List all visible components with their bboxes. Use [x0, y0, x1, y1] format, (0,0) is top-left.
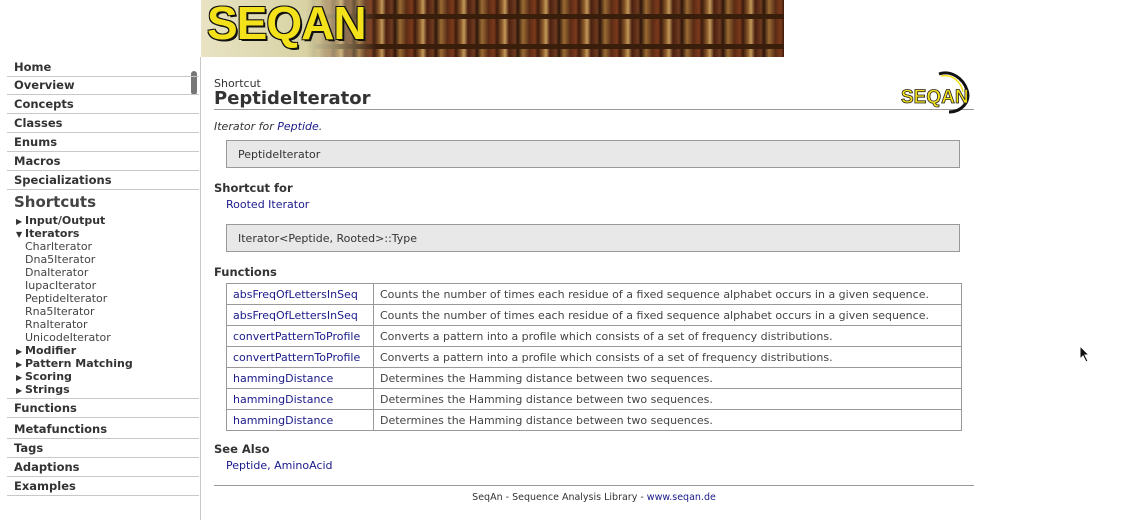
tree-leaf-chariterator[interactable]: CharIterator [25, 240, 92, 253]
footer-link-seqan[interactable]: www.seqan.de [647, 492, 716, 503]
function-link[interactable]: absFreqOfLettersInSeq [233, 309, 358, 322]
function-name-cell: hammingDistance [226, 409, 374, 431]
function-row: hammingDistance Determines the Hamming di… [226, 409, 962, 431]
tree-leaf-dna5iterator[interactable]: Dna5Iterator [25, 253, 95, 266]
nav-examples[interactable]: Examples [7, 477, 199, 496]
function-link[interactable]: hammingDistance [233, 414, 333, 427]
see-also-links: Peptide, AminoAcid [226, 459, 333, 472]
function-description: Converts a pattern into a profile which … [373, 325, 962, 347]
function-link[interactable]: hammingDistance [233, 372, 333, 385]
function-description: Determines the Hamming distance between … [373, 388, 962, 410]
functions-heading: Functions [214, 265, 277, 279]
function-name-cell: hammingDistance [226, 388, 374, 410]
tree-scoring[interactable]: ▶ Scoring [16, 370, 72, 384]
sidebar: Home Overview Concepts Classes Enums Mac… [0, 57, 201, 520]
seqan-logo[interactable]: SEQAN [207, 0, 367, 50]
function-row: absFreqOfLettersInSeq Counts the number o… [226, 304, 962, 326]
nav-adaptions[interactable]: Adaptions [7, 458, 199, 477]
function-description: Converts a pattern into a profile which … [373, 346, 962, 368]
shortcut-for-link[interactable]: Rooted Iterator [226, 198, 309, 211]
summary-link-peptide[interactable]: Peptide [277, 120, 319, 133]
nav-home[interactable]: Home [7, 58, 199, 77]
tree-modifier[interactable]: ▶ Modifier [16, 344, 76, 358]
tree-input-output[interactable]: ▶ Input/Output [16, 214, 105, 228]
nav-enums[interactable]: Enums [7, 133, 199, 152]
seqan-corner-logo: SEQAN [901, 71, 970, 114]
nav-functions[interactable]: Functions [7, 398, 199, 418]
function-row: hammingDistance Determines the Hamming di… [226, 367, 962, 389]
tree-leaf-unicodeiterator[interactable]: UnicodeIterator [25, 331, 111, 344]
shortcut-for-heading: Shortcut for [214, 181, 293, 195]
function-row: hammingDistance Determines the Hamming di… [226, 388, 962, 410]
function-row: convertPatternToProfile Converts a patter… [226, 325, 962, 347]
functions-table: absFreqOfLettersInSeq Counts the number o… [226, 283, 962, 431]
mouse-cursor-icon [1079, 345, 1091, 363]
function-name-cell: hammingDistance [226, 367, 374, 389]
tree-leaf-iupaciterator[interactable]: IupacIterator [25, 279, 96, 292]
function-description: Determines the Hamming distance between … [373, 367, 962, 389]
tree-leaf-peptideiterator[interactable]: PeptideIterator [25, 292, 107, 305]
tree-leaf-dnaiterator[interactable]: DnaIterator [25, 266, 88, 279]
header-banner: SEQAN [201, 0, 784, 57]
function-link[interactable]: hammingDistance [233, 393, 333, 406]
title-divider [214, 109, 974, 110]
signature-box: PeptideIterator [226, 140, 960, 168]
function-description: Counts the number of times each residue … [373, 304, 962, 326]
function-name-cell: convertPatternToProfile [226, 346, 374, 368]
tree-pattern-matching[interactable]: ▶ Pattern Matching [16, 357, 133, 371]
function-name-cell: absFreqOfLettersInSeq [226, 304, 374, 326]
function-name-cell: convertPatternToProfile [226, 325, 374, 347]
function-link[interactable]: convertPatternToProfile [233, 351, 360, 364]
function-link[interactable]: convertPatternToProfile [233, 330, 360, 343]
page-title: PeptideIterator [214, 88, 371, 109]
nav-macros[interactable]: Macros [7, 152, 199, 171]
footer-divider [214, 485, 974, 486]
footer: SeqAn - Sequence Analysis Library - www.… [472, 492, 716, 503]
page-summary: Iterator for Peptide. [214, 120, 323, 133]
nav-concepts[interactable]: Concepts [7, 95, 199, 114]
triangle-right-icon: ▶ [16, 386, 23, 395]
function-description: Determines the Hamming distance between … [373, 409, 962, 431]
function-description: Counts the number of times each residue … [373, 283, 962, 305]
nav-shortcuts-heading[interactable]: Shortcuts [14, 193, 96, 211]
function-link[interactable]: absFreqOfLettersInSeq [233, 288, 358, 301]
svg-text:SEQAN: SEQAN [901, 87, 969, 108]
tree-leaf-rna5iterator[interactable]: Rna5Iterator [25, 305, 95, 318]
nav-tags[interactable]: Tags [7, 439, 199, 458]
tree-iterators[interactable]: ▼ Iterators [16, 227, 79, 241]
function-name-cell: absFreqOfLettersInSeq [226, 283, 374, 305]
tree-leaf-rnaiterator[interactable]: RnaIterator [25, 318, 88, 331]
see-also-link-aminoacid[interactable]: AminoAcid [274, 459, 332, 472]
see-also-link-peptide[interactable]: Peptide [226, 459, 267, 472]
nav-overview[interactable]: Overview [7, 76, 199, 95]
function-row: absFreqOfLettersInSeq Counts the number o… [226, 283, 962, 305]
nav-classes[interactable]: Classes [7, 114, 199, 133]
function-row: convertPatternToProfile Converts a patter… [226, 346, 962, 368]
nav-specializations[interactable]: Specializations [7, 171, 199, 190]
see-also-heading: See Also [214, 442, 270, 456]
nav-metafunctions[interactable]: Metafunctions [7, 420, 199, 439]
triangle-down-icon: ▼ [16, 230, 23, 239]
shortcut-type-box: Iterator<Peptide, Rooted>::Type [226, 224, 960, 252]
tree-strings[interactable]: ▶ Strings [16, 383, 70, 397]
